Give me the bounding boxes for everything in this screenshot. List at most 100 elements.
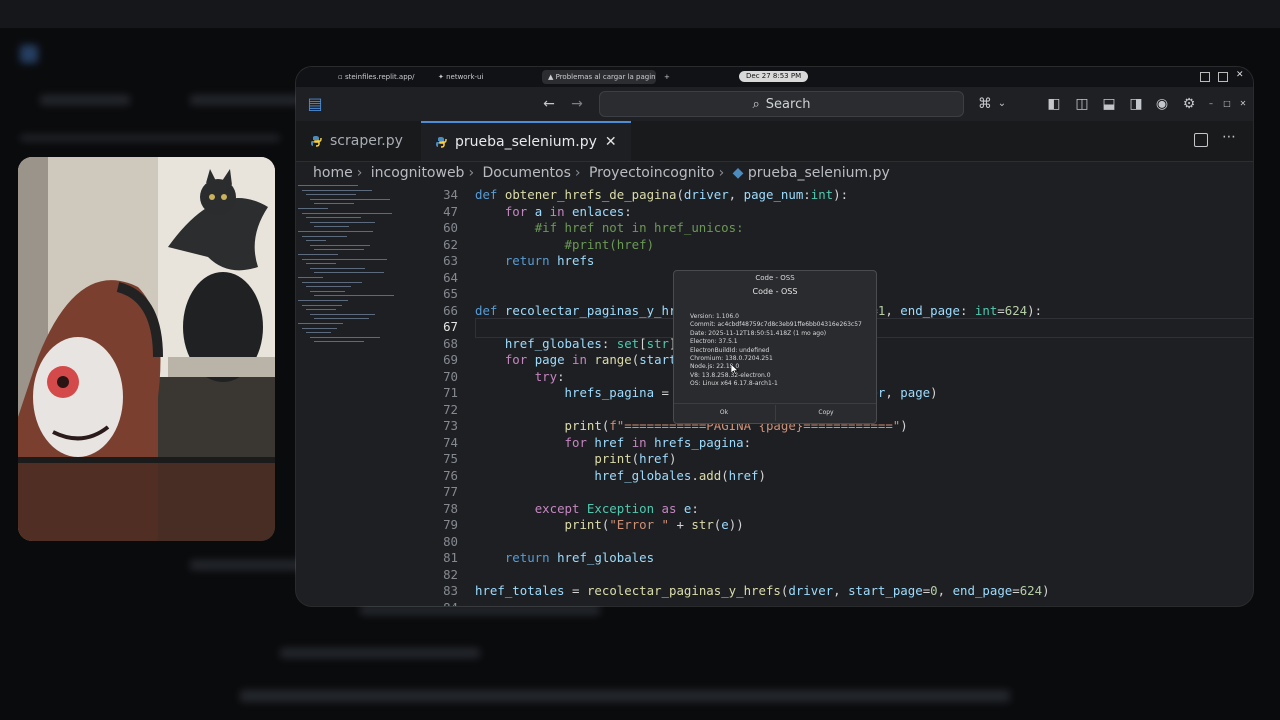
line-number: 71 bbox=[443, 385, 458, 400]
line-number: 80 bbox=[443, 533, 458, 549]
minimap-stroke bbox=[314, 318, 369, 320]
forward-icon[interactable]: → bbox=[568, 95, 586, 113]
code-line[interactable]: href_globales: set[str] bbox=[475, 336, 677, 351]
window-maximize-icon[interactable] bbox=[1218, 72, 1228, 82]
minimap-stroke bbox=[310, 336, 380, 338]
title-bar: ▤ ← → ⌕ Search ⌘ ⌄ ◧ ◫ ⬓ ◨ ◉ ⚙ – □ ✕ bbox=[296, 87, 1253, 121]
chevron-down-icon[interactable]: ⌄ bbox=[993, 95, 1011, 113]
line-number: 66 bbox=[443, 302, 458, 318]
code-line[interactable]: print("Error " + str(e)) bbox=[475, 517, 744, 532]
warning-icon: ▲ bbox=[548, 73, 556, 81]
split-editor-icon[interactable] bbox=[1194, 133, 1208, 147]
back-icon[interactable]: ← bbox=[540, 95, 558, 113]
minimap[interactable] bbox=[298, 183, 402, 363]
dialog-line: Electron: 37.5.1 bbox=[690, 338, 738, 346]
line-number: 68 bbox=[443, 335, 458, 351]
line-number: 73 bbox=[443, 418, 458, 433]
code-line[interactable]: #if href not in href_unicos: bbox=[475, 220, 744, 235]
close-window-icon[interactable]: ✕ bbox=[1234, 95, 1252, 113]
minimap-stroke bbox=[302, 212, 392, 214]
minimap-stroke bbox=[306, 217, 361, 219]
customize-layout-icon[interactable]: ◧ bbox=[1045, 95, 1063, 113]
minimap-stroke bbox=[302, 189, 372, 191]
minimap-stroke bbox=[302, 327, 337, 329]
browser-tab-3[interactable]: ▲ Problemas al cargar la pagin ✕ bbox=[542, 70, 656, 84]
dialog-heading: Code - OSS bbox=[752, 287, 798, 296]
line-number: 34 bbox=[443, 187, 458, 202]
window-close-icon[interactable]: ✕ bbox=[1236, 70, 1244, 80]
new-tab-button[interactable]: + bbox=[658, 70, 676, 84]
breadcrumb-item[interactable]: incognitoweb bbox=[371, 165, 465, 181]
minimap-stroke bbox=[298, 254, 338, 255]
breadcrumb-item[interactable]: Proyectoincognito bbox=[589, 165, 715, 181]
line-number: 79 bbox=[443, 517, 458, 532]
code-line[interactable]: #print(href) bbox=[475, 237, 655, 252]
ok-button[interactable]: Ok bbox=[674, 405, 774, 421]
code-line[interactable]: return hrefs bbox=[475, 253, 595, 268]
copy-button[interactable]: Copy bbox=[775, 405, 876, 421]
code-line[interactable]: for href in hrefs_pagina: bbox=[475, 435, 752, 450]
about-dialog: Code - OSS Code - OSS Version: 1.106.0 C… bbox=[673, 270, 877, 424]
code-line[interactable]: for page in range(start bbox=[475, 352, 677, 367]
line-number: 76 bbox=[443, 467, 458, 483]
tab-prueba-selenium[interactable]: prueba_selenium.py ✕ bbox=[421, 121, 631, 161]
browser-tab-2[interactable]: ✦ network-ui bbox=[432, 70, 489, 84]
code-line[interactable]: except Exception as e: bbox=[475, 501, 699, 516]
dialog-line: Version: 1.106.0 bbox=[690, 313, 739, 320]
minimap-stroke bbox=[310, 198, 390, 200]
window-restore-icon[interactable] bbox=[1200, 72, 1210, 82]
dialog-line: V8: 13.8.258.32-electron.0 bbox=[690, 371, 771, 379]
code-line[interactable]: try: bbox=[475, 369, 565, 384]
command-search[interactable]: ⌕ Search bbox=[599, 91, 964, 117]
toggle-secondary-sidebar-icon[interactable]: ◨ bbox=[1127, 95, 1145, 113]
minimap-stroke bbox=[298, 300, 348, 301]
chevron-right-icon: › bbox=[574, 165, 581, 181]
dialog-line: ElectronBuildId: undefined bbox=[690, 346, 770, 354]
chevron-right-icon: › bbox=[468, 165, 475, 181]
minimap-stroke bbox=[298, 323, 343, 324]
minimap-stroke bbox=[302, 235, 347, 237]
python-icon bbox=[311, 136, 322, 147]
toggle-panel-icon[interactable]: ⬓ bbox=[1100, 95, 1118, 113]
dialog-line: OS: Linux x64 6.17.8-arch1-1 bbox=[690, 380, 778, 388]
replit-icon: ✦ bbox=[438, 73, 447, 81]
line-number: 62 bbox=[443, 236, 458, 252]
code-line[interactable]: print(href) bbox=[475, 451, 676, 466]
dialog-line: Node.js: 22.19.0 bbox=[690, 363, 740, 371]
clock: Dec 27 8:53 PM bbox=[739, 71, 809, 82]
dialog-line: Commit: ac4cbdf48759c7d8c3eb91ffe6bb0431… bbox=[690, 321, 862, 329]
line-number: 65 bbox=[443, 286, 458, 301]
minimap-stroke bbox=[314, 226, 349, 228]
minimap-stroke bbox=[314, 341, 364, 343]
close-icon[interactable]: ✕ bbox=[605, 134, 617, 150]
minimap-stroke bbox=[314, 295, 394, 297]
minimap-stroke bbox=[306, 194, 356, 196]
line-number: 72 bbox=[443, 401, 458, 417]
toggle-primary-sidebar-icon[interactable]: ◫ bbox=[1073, 95, 1091, 113]
webcam-feed bbox=[18, 157, 275, 541]
line-number: 78 bbox=[443, 500, 458, 516]
minimap-stroke bbox=[298, 185, 358, 186]
breadcrumb-item[interactable]: Documentos bbox=[483, 165, 571, 181]
line-number: 63 bbox=[443, 253, 458, 268]
gear-icon[interactable]: ⚙ bbox=[1180, 95, 1198, 113]
code-line[interactable]: return href_globales bbox=[475, 550, 654, 565]
copilot-icon[interactable]: ⌘ bbox=[976, 95, 994, 113]
code-line[interactable]: href_globales.add(href) bbox=[475, 468, 766, 483]
line-number: 67 bbox=[443, 319, 458, 334]
app-menu-icon[interactable]: ▤ bbox=[306, 95, 324, 113]
code-line[interactable]: href_totales = recolectar_paginas_y_href… bbox=[475, 583, 1050, 598]
breadcrumb-item[interactable]: home bbox=[313, 165, 353, 181]
browser-tab-1[interactable]: ▫ steinfiles.replit.app/ bbox=[332, 70, 420, 84]
breadcrumb-item[interactable]: prueba_selenium.py bbox=[748, 165, 890, 181]
tab-scraper[interactable]: scraper.py bbox=[296, 121, 422, 161]
minimap-stroke bbox=[298, 231, 373, 232]
line-number: 69 bbox=[443, 352, 458, 367]
code-line[interactable]: def obtener_hrefs_de_pagina(driver, page… bbox=[475, 187, 848, 202]
line-number: 81 bbox=[443, 550, 458, 565]
code-line[interactable]: for a in enlaces: bbox=[475, 204, 632, 219]
system-tab-bar: ▫ steinfiles.replit.app/ ✦ network-ui ▲ … bbox=[296, 67, 1253, 87]
search-icon: ⌕ bbox=[752, 96, 760, 112]
more-actions-icon[interactable]: ⋯ bbox=[1222, 129, 1236, 145]
account-icon[interactable]: ◉ bbox=[1153, 95, 1171, 113]
